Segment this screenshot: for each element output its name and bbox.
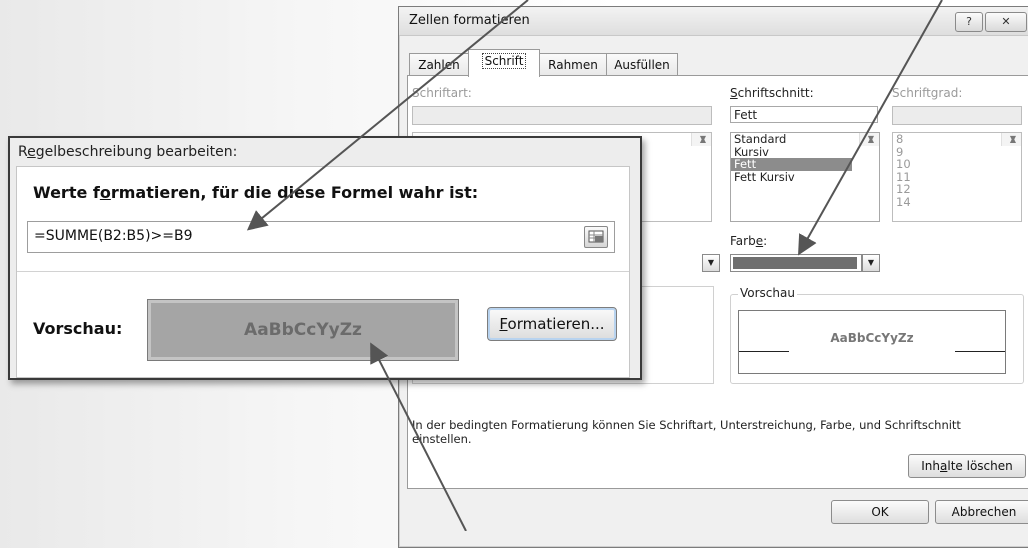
arrow-to-color (798, 0, 943, 256)
annotation-arrows (246, 0, 943, 531)
arrow-to-formula (246, 0, 529, 231)
arrow-to-preview (370, 342, 467, 531)
